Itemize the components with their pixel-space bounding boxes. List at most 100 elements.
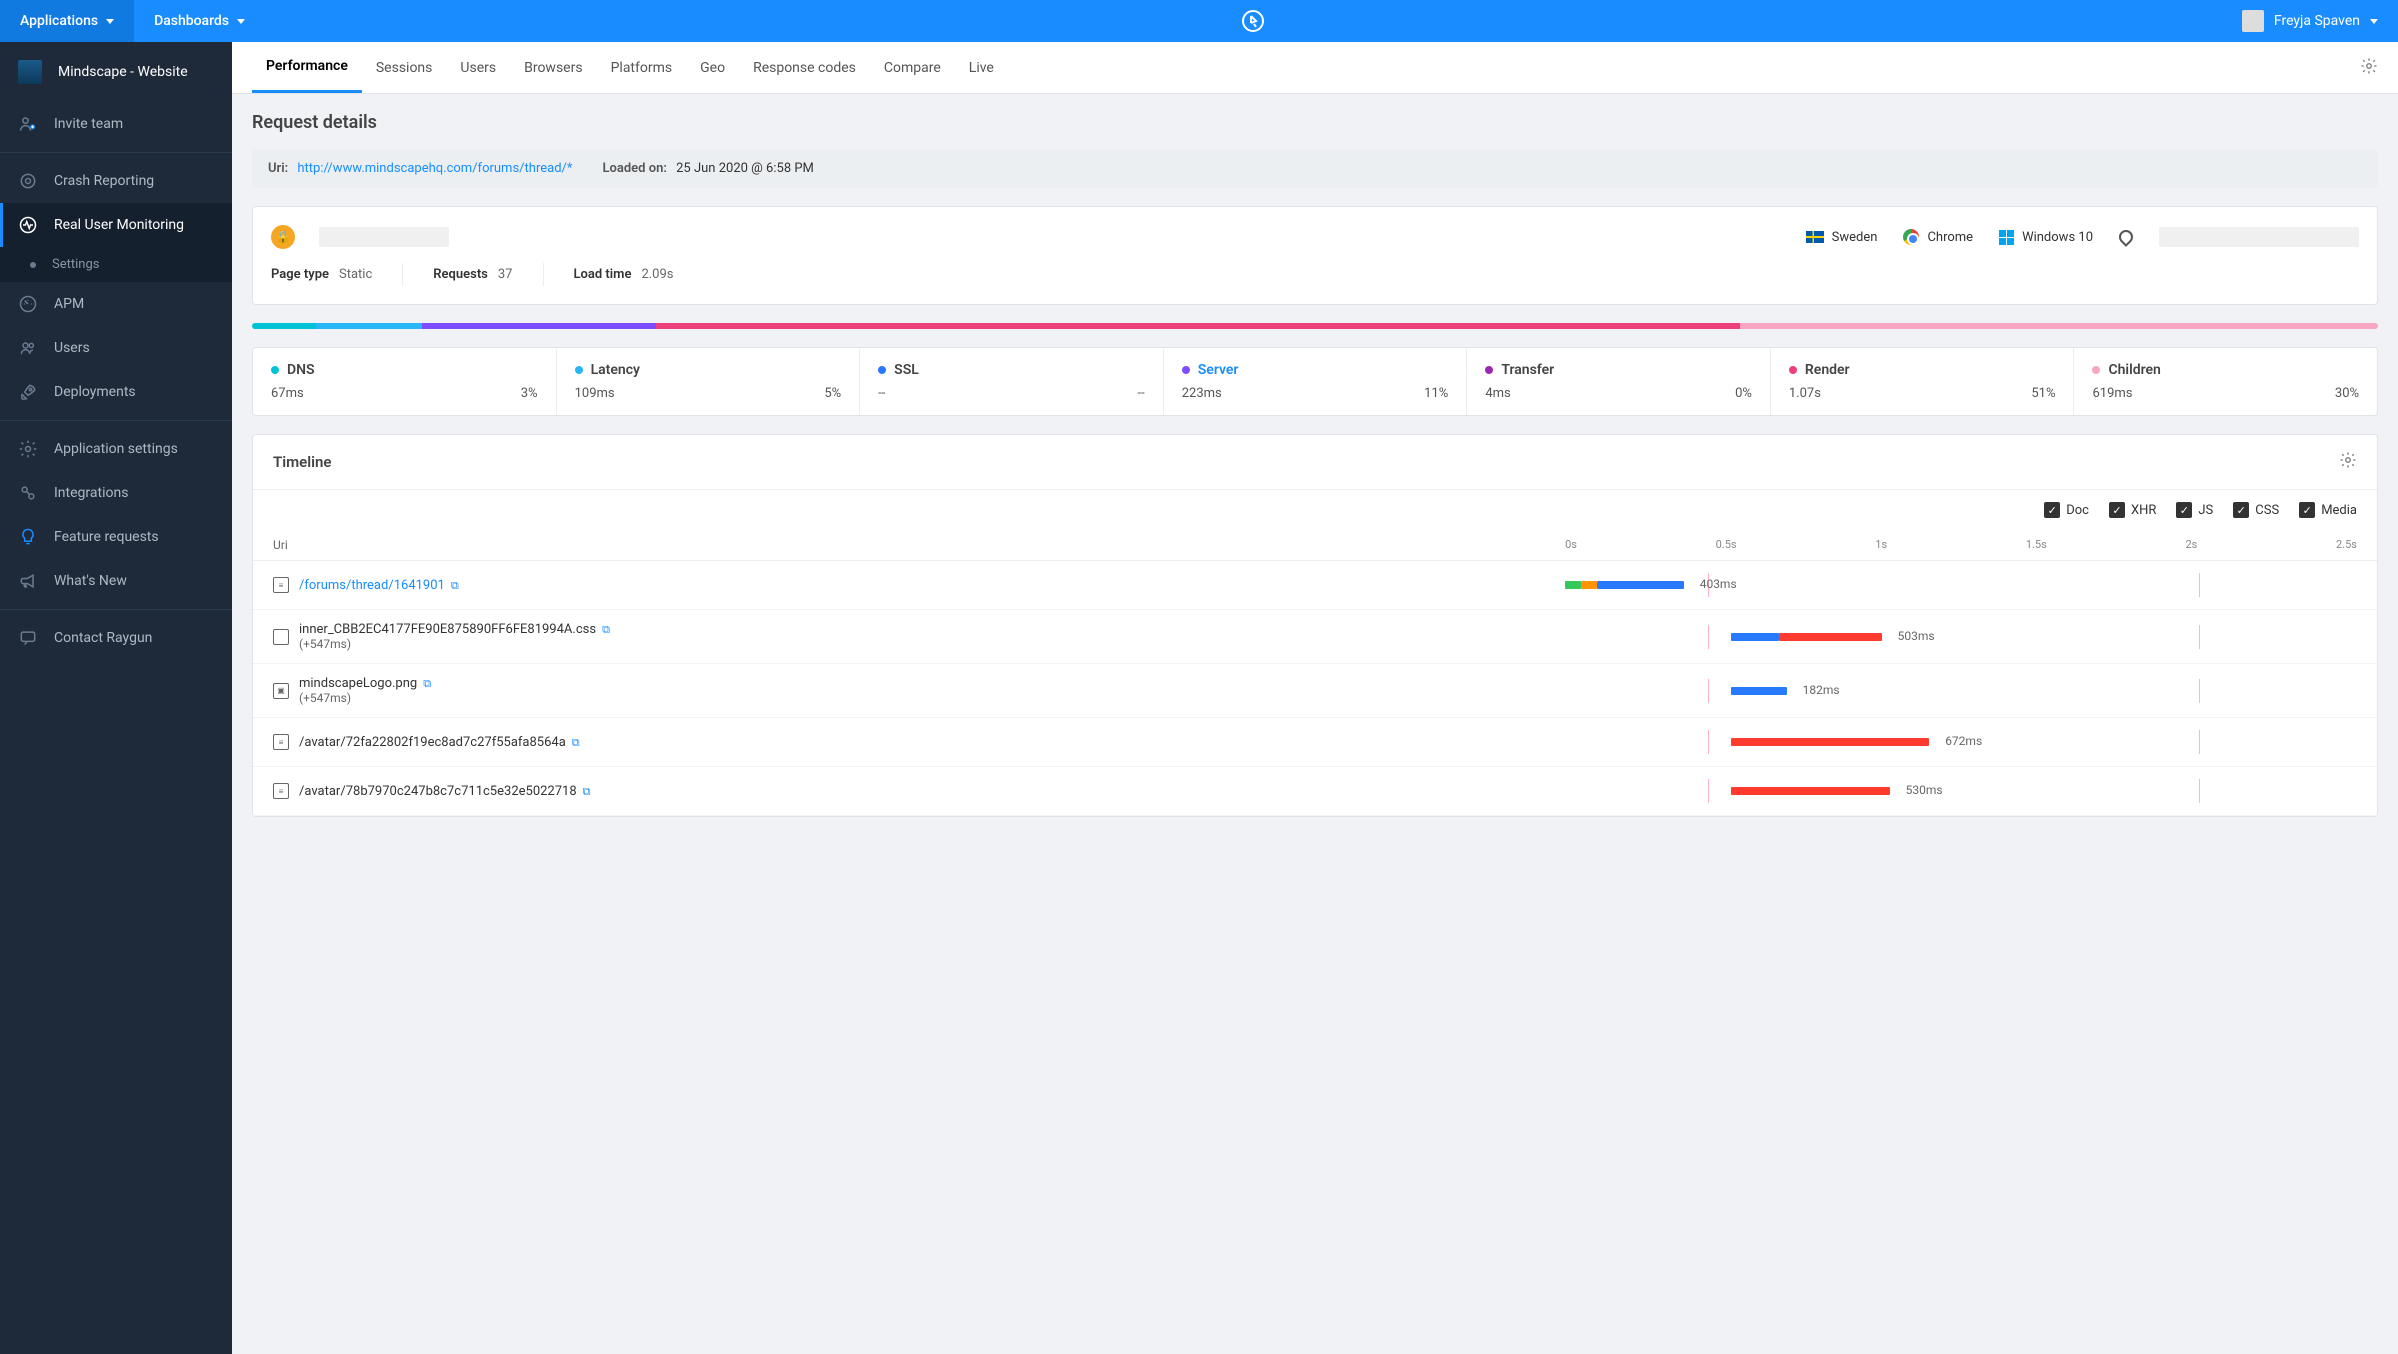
tab-users[interactable]: Users: [446, 44, 510, 92]
filter-js[interactable]: ✓JS: [2176, 502, 2213, 518]
page-title: Request details: [252, 112, 2378, 133]
filter-xhr[interactable]: ✓XHR: [2109, 502, 2156, 518]
dot-icon: [878, 366, 886, 374]
external-link-icon[interactable]: ⧉: [423, 677, 431, 690]
sidebar-rum[interactable]: Real User Monitoring: [0, 203, 232, 247]
tick: 1.5s: [2026, 538, 2047, 552]
location-pin-icon: [2116, 227, 2136, 247]
dot-icon: [1182, 366, 1190, 374]
sidebar-app-settings[interactable]: Application settings: [0, 427, 232, 471]
timeline-bar: 403ms: [1565, 573, 2357, 597]
user-menu[interactable]: Freyja Spaven: [2242, 10, 2398, 32]
timeline-uri: mindscapeLogo.png⧉(+547ms): [299, 676, 1565, 705]
dot-icon: [1789, 366, 1797, 374]
dot-icon: [2092, 366, 2100, 374]
dot-icon: [1485, 366, 1493, 374]
timeline-uri-link[interactable]: /forums/thread/1641901: [299, 578, 445, 593]
megaphone-icon: [18, 571, 38, 591]
filter-media[interactable]: ✓Media: [2299, 502, 2357, 518]
timeline-bar: 530ms: [1565, 779, 2357, 803]
nav-applications[interactable]: Applications: [0, 0, 134, 42]
gear-icon: [18, 439, 38, 459]
puzzle-icon: [18, 483, 38, 503]
phase-server[interactable]: Server223ms11%: [1164, 348, 1468, 415]
tab-platforms[interactable]: Platforms: [597, 44, 687, 92]
tab-browsers[interactable]: Browsers: [510, 44, 596, 92]
pulse-icon: [18, 215, 38, 235]
filter-doc[interactable]: ✓Doc: [2044, 502, 2089, 518]
phase-progress-bar: [252, 323, 2378, 329]
external-link-icon[interactable]: ⧉: [451, 579, 459, 592]
timeline-header: Uri 0s0.5s1s1.5s2s2.5s: [253, 530, 2377, 561]
external-link-icon[interactable]: ⧉: [583, 785, 591, 798]
rocket-icon: [18, 382, 38, 402]
sidebar-contact[interactable]: Contact Raygun: [0, 616, 232, 660]
timeline-duration: 672ms: [1945, 734, 1982, 748]
tab-response-codes[interactable]: Response codes: [739, 44, 870, 92]
phase-latency: Latency109ms5%: [557, 348, 861, 415]
app-icon: [18, 60, 42, 84]
sidebar: Mindscape - Website Invite team Crash Re…: [0, 42, 232, 1354]
phase-dns: DNS67ms3%: [253, 348, 557, 415]
timeline-title: Timeline: [273, 453, 331, 471]
windows-icon: [1999, 230, 2014, 245]
nav-dashboards[interactable]: Dashboards: [134, 0, 265, 42]
sidebar-deployments[interactable]: Deployments: [0, 370, 232, 414]
external-link-icon[interactable]: ⧉: [572, 736, 580, 749]
doc-icon: ≡: [273, 577, 289, 593]
timeline-uri: /avatar/78b7970c247b8c7c711c5e32e5022718…: [299, 784, 1565, 799]
sidebar-users[interactable]: Users: [0, 326, 232, 370]
doc-icon: ≡: [273, 734, 289, 750]
timeline-card: Timeline ✓Doc✓XHR✓JS✓CSS✓Media Uri 0s0.5…: [252, 434, 2378, 817]
phase-render: Render1.07s51%: [1771, 348, 2075, 415]
timeline-row: ≡ /avatar/78b7970c247b8c7c711c5e32e50227…: [253, 767, 2377, 816]
gauge-icon: [18, 294, 38, 314]
timeline-uri: inner_CBB2EC4177FE90E875890FF6FE81994A.c…: [299, 622, 1565, 651]
tabs-settings-gear[interactable]: [2360, 57, 2378, 79]
code-icon: [273, 629, 289, 645]
stat-loadtime: Load time2.09s: [574, 263, 704, 286]
sidebar-integrations[interactable]: Integrations: [0, 471, 232, 515]
tab-compare[interactable]: Compare: [870, 44, 955, 92]
filter-css[interactable]: ✓CSS: [2233, 502, 2279, 518]
tab-performance[interactable]: Performance: [252, 42, 362, 93]
checkbox-icon: ✓: [2109, 502, 2125, 518]
main: Performance Sessions Users Browsers Plat…: [232, 42, 2398, 1354]
timeline-row: ≡ /avatar/72fa22802f19ec8ad7c27f55afa856…: [253, 718, 2377, 767]
tick: 2s: [2185, 538, 2197, 552]
tab-live[interactable]: Live: [955, 44, 1008, 92]
bulb-icon: [18, 527, 38, 547]
tab-sessions[interactable]: Sessions: [362, 44, 447, 92]
sidebar-app[interactable]: Mindscape - Website: [0, 42, 232, 102]
tick: 0.5s: [1716, 538, 1737, 552]
checkbox-icon: ✓: [2233, 502, 2249, 518]
users-icon: [18, 338, 38, 358]
dot-icon: [575, 366, 583, 374]
phase-transfer: Transfer4ms0%: [1467, 348, 1771, 415]
info-uri: Uri: http://www.mindscapehq.com/forums/t…: [268, 161, 573, 176]
progress-seg-server: [422, 323, 656, 329]
summary-country: Sweden: [1806, 230, 1878, 245]
doc-icon: ≡: [273, 783, 289, 799]
topbar-nav: Applications Dashboards: [0, 0, 265, 42]
timeline-duration: 182ms: [1803, 683, 1840, 697]
timeline-bar: 672ms: [1565, 730, 2357, 754]
timeline-settings-gear[interactable]: [2339, 451, 2357, 473]
checkbox-icon: ✓: [2044, 502, 2060, 518]
tab-geo[interactable]: Geo: [686, 44, 739, 92]
info-uri-link[interactable]: http://www.mindscapehq.com/forums/thread…: [297, 161, 572, 176]
sidebar-feature-requests[interactable]: Feature requests: [0, 515, 232, 559]
tick: 0s: [1565, 538, 1577, 552]
sidebar-invite-team[interactable]: Invite team: [0, 102, 232, 146]
target-icon: [18, 171, 38, 191]
avatar: [2242, 10, 2264, 32]
sidebar-rum-settings[interactable]: Settings: [0, 247, 232, 282]
external-link-icon[interactable]: ⧉: [602, 623, 610, 636]
team-icon: [18, 114, 38, 134]
logo-area: [265, 9, 2242, 33]
stat-requests: Requests37: [433, 263, 543, 286]
sidebar-apm[interactable]: APM: [0, 282, 232, 326]
sidebar-whats-new[interactable]: What's New: [0, 559, 232, 603]
sidebar-crash-reporting[interactable]: Crash Reporting: [0, 159, 232, 203]
summary-os: Windows 10: [1999, 230, 2093, 245]
